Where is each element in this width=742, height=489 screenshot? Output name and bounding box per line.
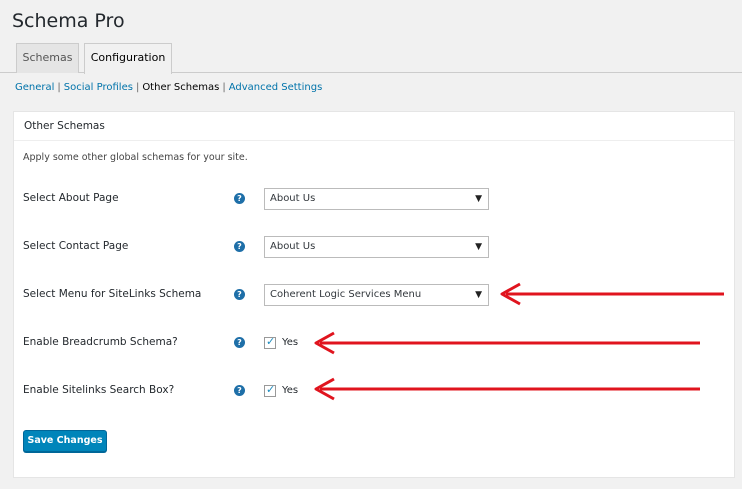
breadcrumb-schema-checkbox[interactable]: ✓ — [264, 335, 276, 349]
caret-down-icon: ▼ — [475, 242, 482, 252]
contact-page-label: Select Contact Page — [23, 240, 129, 252]
caret-down-icon: ▼ — [475, 194, 482, 204]
sitelinks-menu-select-value: Coherent Logic Services Menu — [270, 289, 422, 300]
page-title: Schema Pro — [12, 10, 125, 32]
subnav-general[interactable]: General — [15, 82, 54, 93]
question-circle-icon[interactable]: ? — [234, 337, 245, 348]
tab-schemas[interactable]: Schemas — [16, 43, 79, 73]
save-changes-button[interactable]: Save Changes — [23, 430, 107, 452]
sitelinks-menu-select[interactable]: Coherent Logic Services Menu ▼ — [264, 284, 489, 306]
subnav-advanced-settings[interactable]: Advanced Settings — [229, 82, 323, 93]
about-page-label: Select About Page — [23, 192, 119, 204]
subnav-separator: | — [135, 82, 140, 93]
annotation-arrow-icon — [314, 331, 700, 355]
question-circle-icon[interactable]: ? — [234, 241, 245, 252]
check-icon: ✓ — [266, 335, 276, 348]
annotation-arrow-icon — [314, 377, 700, 401]
breadcrumb-schema-label: Enable Breadcrumb Schema? — [23, 336, 178, 348]
subnav-other-schemas: Other Schemas — [142, 82, 220, 93]
sitelinks-menu-label: Select Menu for SiteLinks Schema — [23, 288, 202, 300]
check-icon: ✓ — [266, 383, 276, 396]
panel-title: Other Schemas — [14, 112, 734, 141]
sub-navigation: General | Social Profiles | Other Schemas | Ad… — [15, 82, 322, 93]
question-circle-icon[interactable]: ? — [234, 193, 245, 204]
breadcrumb-schema-yes-label: Yes — [282, 337, 299, 348]
annotation-arrow-icon — [500, 282, 724, 306]
subnav-separator: | — [222, 82, 226, 93]
subnav-separator: | — [57, 82, 61, 93]
sitelinks-search-label: Enable Sitelinks Search Box? — [23, 384, 175, 396]
question-circle-icon[interactable]: ? — [234, 385, 245, 396]
sitelinks-search-yes-label: Yes — [282, 385, 299, 396]
about-page-select-value: About Us — [270, 193, 316, 204]
contact-page-select[interactable]: About Us ▼ — [264, 236, 489, 258]
tab-configuration[interactable]: Configuration — [84, 43, 172, 74]
panel-description: Apply some other global schemas for your… — [23, 152, 248, 163]
about-page-select[interactable]: About Us ▼ — [264, 188, 489, 210]
sitelinks-search-checkbox[interactable]: ✓ — [264, 383, 276, 397]
tab-bar: Schemas Configuration — [0, 43, 742, 74]
question-circle-icon[interactable]: ? — [234, 289, 245, 300]
subnav-social-profiles[interactable]: Social Profiles — [64, 82, 133, 93]
contact-page-select-value: About Us — [270, 241, 316, 252]
caret-down-icon: ▼ — [475, 290, 482, 300]
